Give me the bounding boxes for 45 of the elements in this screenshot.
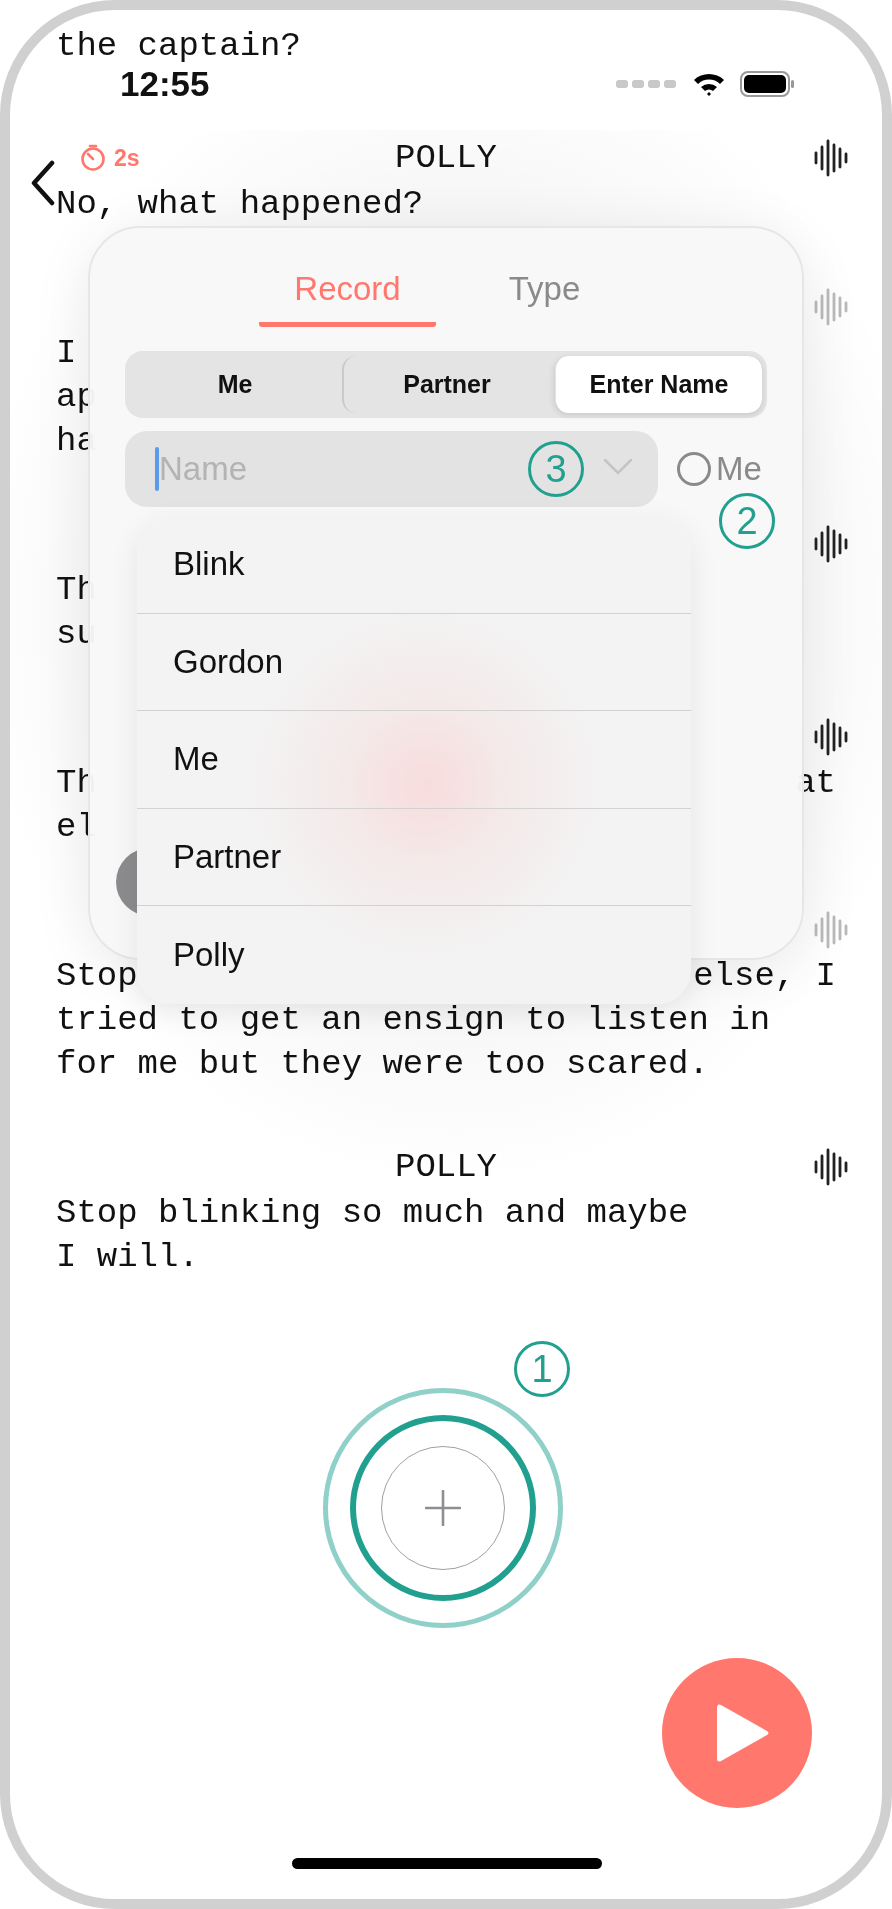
back-button[interactable] bbox=[30, 160, 56, 206]
stopwatch-icon bbox=[80, 144, 106, 172]
speaker-segment[interactable]: Partner bbox=[342, 356, 550, 413]
text-caret bbox=[155, 447, 159, 491]
waveform-button[interactable] bbox=[814, 525, 850, 563]
signal-icon bbox=[616, 80, 676, 88]
suggestion-item[interactable]: Gordon bbox=[137, 613, 691, 711]
waveform-icon bbox=[814, 139, 850, 177]
waveform-icon bbox=[814, 718, 850, 756]
script-line: the captain? bbox=[56, 26, 302, 67]
script-line: Th bbox=[56, 570, 97, 611]
wifi-icon bbox=[692, 71, 726, 97]
script-line: else, I bbox=[693, 956, 836, 997]
script-line: Th bbox=[56, 763, 97, 804]
waveform-icon bbox=[814, 1148, 850, 1186]
script-line: for me but they were too scared. bbox=[56, 1044, 709, 1085]
waveform-button[interactable] bbox=[814, 139, 850, 177]
chevron-down-icon bbox=[603, 457, 633, 477]
waveform-icon bbox=[814, 288, 850, 326]
suggestion-item[interactable]: Me bbox=[137, 711, 691, 809]
status-time: 12:55 bbox=[120, 64, 211, 104]
script-line: No, what happened? bbox=[56, 184, 424, 225]
battery-icon bbox=[740, 70, 796, 98]
script-line: ap bbox=[56, 377, 97, 418]
suggestion-item[interactable]: Partner bbox=[137, 808, 691, 906]
waveform-icon bbox=[814, 525, 850, 563]
speaker-name: POLLY bbox=[395, 1147, 497, 1188]
timer-label: 2s bbox=[114, 144, 140, 172]
callout-badge: 2 bbox=[719, 493, 775, 549]
waveform-icon bbox=[814, 911, 850, 949]
callout-badge: 1 bbox=[514, 1341, 570, 1397]
callout-badge: 3 bbox=[528, 441, 584, 497]
script-line: I bbox=[56, 333, 77, 374]
speaker-name: POLLY bbox=[395, 138, 497, 179]
script-line: Stop blinking so much and maybe bbox=[56, 1193, 689, 1234]
suggestion-item[interactable]: Blink bbox=[137, 516, 691, 614]
script-line: su bbox=[56, 614, 97, 655]
speaker-segment[interactable]: Me bbox=[130, 356, 338, 413]
back-chevron-icon bbox=[30, 160, 56, 206]
waveform-button[interactable] bbox=[814, 1148, 850, 1186]
plus-icon bbox=[425, 1490, 461, 1526]
script-line: I will. bbox=[56, 1237, 199, 1278]
script-line: Stop bbox=[56, 956, 138, 997]
speaker-segment[interactable]: Enter Name bbox=[554, 356, 762, 413]
waveform-button[interactable] bbox=[814, 718, 850, 756]
